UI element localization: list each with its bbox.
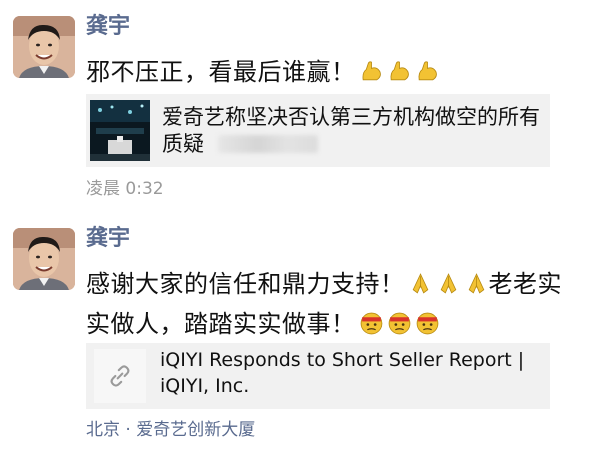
article-thumbnail (90, 100, 150, 161)
link-title-line1: iQIYI Responds to Short Seller Report | (160, 349, 525, 371)
folded-hands-emoji (412, 273, 428, 294)
determined-face-emoji (360, 312, 382, 335)
blurred-text (218, 135, 318, 153)
flexed-biceps-emoji (418, 61, 437, 81)
moments-feed: 龚宇 邪不压正，看最后谁赢！ 爱奇艺称坚决否认第三方机构做空的所有 质疑 凌晨 … (0, 0, 600, 464)
post-text-line2: 实做人，踏踏实实做事！ (86, 310, 356, 338)
link-title-line2: iQIYI, Inc. (160, 375, 250, 397)
article-title-line2: 质疑 (162, 132, 204, 156)
emoji-row (405, 270, 489, 298)
author-name[interactable]: 龚宇 (86, 225, 130, 253)
determined-face-emoji (388, 312, 410, 335)
flexed-biceps-emoji (390, 61, 409, 81)
post-text-body: 邪不压正，看最后谁赢！ (86, 58, 356, 86)
location-link[interactable]: 北京 · 爱奇艺创新大厦 (86, 419, 255, 441)
post-text: 感谢大家的信任和鼎力支持！ 老老实 实做人，踏踏实实做事！ (86, 264, 591, 344)
shared-link-card[interactable]: iQIYI Responds to Short Seller Report | … (86, 343, 550, 409)
article-title-line1: 爱奇艺称坚决否认第三方机构做空的所有 (162, 105, 540, 129)
author-name[interactable]: 龚宇 (86, 13, 130, 41)
link-icon-box (94, 349, 146, 403)
folded-hands-emoji (468, 273, 484, 294)
emoji-row (356, 58, 440, 86)
emoji-row (356, 310, 440, 338)
avatar[interactable] (13, 228, 75, 290)
post-text: 邪不压正，看最后谁赢！ (86, 52, 591, 92)
flexed-biceps-emoji (362, 61, 381, 81)
link-icon (110, 365, 130, 387)
post-text-line1: 感谢大家的信任和鼎力支持！ (86, 270, 405, 298)
article-title: 爱奇艺称坚决否认第三方机构做空的所有 质疑 (162, 104, 542, 158)
avatar[interactable] (13, 16, 75, 78)
shared-article-card[interactable]: 爱奇艺称坚决否认第三方机构做空的所有 质疑 (86, 94, 550, 167)
determined-face-emoji (416, 312, 438, 335)
link-title: iQIYI Responds to Short Seller Report | … (160, 347, 540, 399)
post-timestamp: 凌晨 0:32 (86, 179, 164, 199)
post-text-line1-tail: 老老实 (488, 270, 562, 298)
folded-hands-emoji (440, 273, 456, 294)
